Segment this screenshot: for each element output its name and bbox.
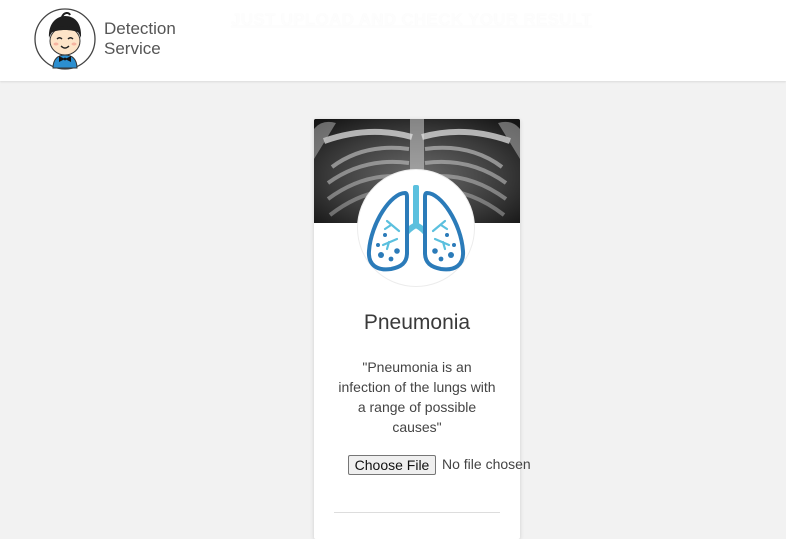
card-description: "Pneumonia is an infection of the lungs … bbox=[338, 359, 496, 435]
choose-file-button[interactable]: Choose File bbox=[348, 455, 436, 475]
lungs-avatar bbox=[357, 169, 475, 287]
card-title: Pneumonia bbox=[363, 311, 471, 334]
file-upload-input[interactable]: Choose File No file chosen bbox=[348, 455, 538, 477]
card-divider bbox=[334, 512, 500, 513]
lungs-icon bbox=[366, 185, 466, 272]
brand-name[interactable]: Detection Service bbox=[104, 19, 176, 59]
top-header: Detection Service JUST UPLOAD AND CHECK … bbox=[0, 0, 786, 81]
tagline-link[interactable]: JUST UPLOAD AND CHECK YOUR RESULT bbox=[231, 10, 592, 30]
file-status-text: No file chosen bbox=[442, 456, 531, 472]
cartoon-boy-avatar-icon[interactable] bbox=[34, 8, 96, 70]
brand-line-2: Service bbox=[104, 39, 161, 58]
brand-line-1: Detection bbox=[104, 19, 176, 38]
